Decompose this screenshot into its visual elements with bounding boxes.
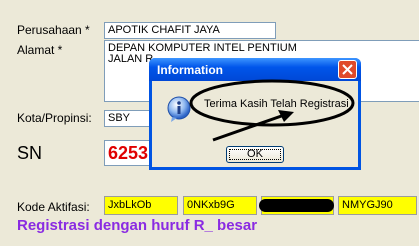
- close-button[interactable]: [338, 60, 357, 79]
- sn-field[interactable]: 6253: [104, 140, 154, 166]
- city-field[interactable]: SBY: [104, 110, 154, 127]
- activation-code-1[interactable]: JxbLkOb: [104, 196, 178, 215]
- dialog-titlebar[interactable]: Information: [149, 58, 361, 81]
- dialog-title: Information: [157, 63, 223, 77]
- address-label: Alamat *: [17, 43, 63, 57]
- ok-button[interactable]: OK: [226, 146, 284, 163]
- dialog-message: Terima Kasih Telah Registrasi: [204, 98, 349, 110]
- company-label: Perusahaan *: [17, 23, 90, 37]
- activation-code-4[interactable]: NMYGJ90: [338, 196, 417, 215]
- close-icon: [342, 64, 353, 75]
- company-field[interactable]: APOTIK CHAFIT JAYA: [104, 22, 276, 39]
- sn-label: SN: [17, 143, 43, 163]
- redaction-mark: [259, 199, 334, 212]
- activation-code-2[interactable]: 0NKxb9G: [183, 196, 257, 215]
- activation-label: Kode Aktifasi:: [17, 200, 90, 214]
- dialog-body: Terima Kasih Telah Registrasi OK: [152, 81, 358, 167]
- registration-note: Registrasi dengan huruf R_ besar: [17, 217, 258, 234]
- information-dialog: Information Terima Kasih Telah Registras…: [149, 58, 361, 170]
- info-icon: [167, 96, 191, 122]
- address-line-1: DEPAN KOMPUTER INTEL PENTIUM: [108, 42, 297, 54]
- city-label: Kota/Propinsi:: [17, 111, 92, 125]
